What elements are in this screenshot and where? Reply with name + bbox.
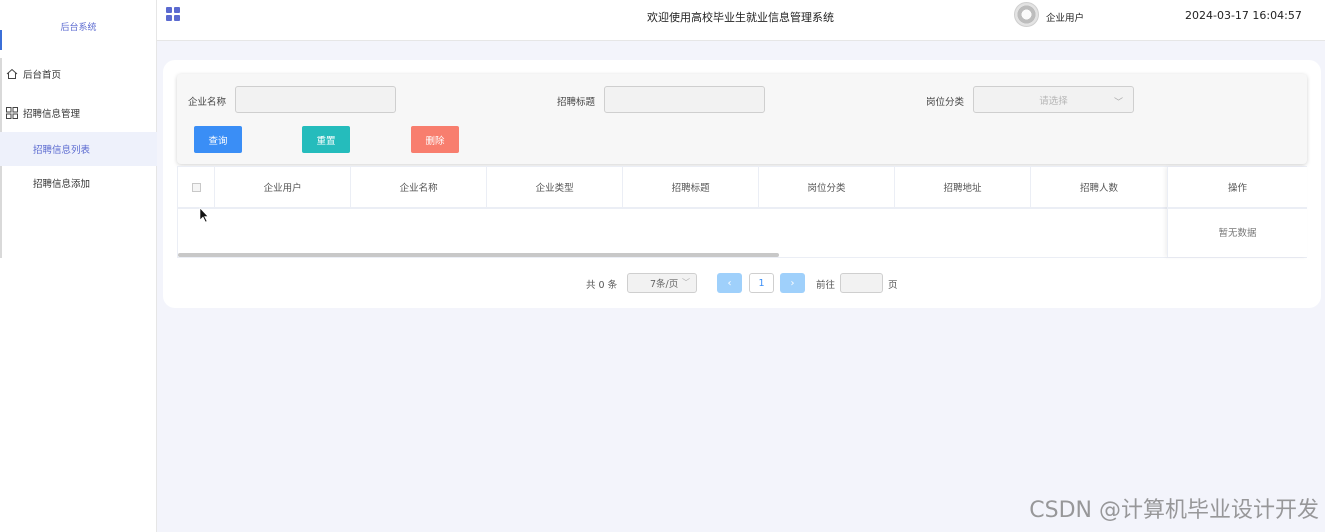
column-header[interactable]: 企业类型: [487, 167, 624, 207]
horizontal-scrollbar[interactable]: [178, 253, 779, 257]
sidebar: 后台系统 后台首页 招聘信息管理 招聘信息列表 招聘信息添加: [0, 0, 157, 532]
total-count: 共 0 条: [586, 280, 618, 291]
company-name-label: 企业名称: [188, 97, 227, 108]
job-category-label: 岗位分类: [926, 97, 965, 108]
action-column-header: 操作: [1168, 167, 1307, 209]
page-size-value: 7条/页: [650, 279, 679, 290]
sidebar-group-label: 招聘信息管理: [23, 109, 81, 120]
column-header[interactable]: 岗位分类: [759, 167, 896, 207]
page-size-select[interactable]: 7条/页 ﹀: [627, 273, 697, 293]
page-suffix-label: 页: [888, 280, 898, 291]
mouse-cursor-icon: [199, 207, 209, 223]
column-header[interactable]: 企业名称: [351, 167, 488, 207]
page-number-current[interactable]: 1: [749, 273, 774, 293]
goto-page-input[interactable]: [840, 273, 883, 293]
query-button[interactable]: 查询: [194, 126, 242, 153]
user-name[interactable]: 企业用户: [1046, 10, 1084, 24]
chevron-down-icon: ﹀: [682, 278, 690, 287]
main-card: 企业名称 招聘标题 岗位分类 请选择 ﹀ 查询 重置 删除 企业用户 企业名称 …: [163, 60, 1321, 308]
job-category-select[interactable]: 请选择 ﹀: [973, 86, 1134, 113]
column-header[interactable]: 企业用户: [215, 167, 352, 207]
grid-menu-icon: [4, 105, 20, 121]
sidebar-item-recruitment-add[interactable]: 招聘信息添加: [0, 166, 157, 200]
action-column: 操作 暂无数据: [1167, 167, 1307, 257]
prev-page-button[interactable]: ‹: [717, 273, 742, 293]
table-header: 企业用户 企业名称 企业类型 招聘标题 岗位分类 招聘地址 招聘人数: [178, 167, 1167, 209]
job-category-placeholder: 请选择: [1039, 95, 1068, 107]
system-title: 欢迎使用高校毕业生就业信息管理系统: [647, 11, 834, 24]
empty-state-text: 暂无数据: [1218, 228, 1257, 239]
column-header[interactable]: 招聘标题: [623, 167, 760, 207]
apps-grid-icon[interactable]: [166, 7, 181, 22]
home-icon: [4, 66, 20, 82]
pagination: 共 0 条 7条/页 ﹀ ‹ 1 › 前往 页: [163, 273, 1321, 295]
sidebar-title: 后台系统: [60, 23, 97, 33]
data-table: 企业用户 企业名称 企业类型 招聘标题 岗位分类 招聘地址 招聘人数 操作 暂无…: [177, 166, 1307, 258]
column-header[interactable]: 招聘人数: [1031, 167, 1167, 207]
column-header[interactable]: 招聘地址: [895, 167, 1031, 207]
chevron-right-icon: ›: [790, 277, 795, 289]
goto-label: 前往: [816, 280, 836, 291]
company-name-input[interactable]: [235, 86, 396, 113]
recruit-title-label: 招聘标题: [557, 97, 596, 108]
sidebar-item-home-label: 后台首页: [23, 70, 62, 81]
datetime: 2024-03-17 16:04:57: [1185, 9, 1302, 22]
avatar[interactable]: [1014, 2, 1039, 27]
search-panel: 企业名称 招聘标题 岗位分类 请选择 ﹀ 查询 重置 删除: [177, 74, 1307, 164]
sidebar-group-recruitment[interactable]: 招聘信息管理: [0, 96, 157, 130]
sidebar-item-home[interactable]: 后台首页: [0, 57, 157, 91]
watermark: CSDN @计算机毕业设计开发: [1029, 498, 1319, 523]
next-page-button[interactable]: ›: [780, 273, 805, 293]
delete-button[interactable]: 删除: [411, 126, 459, 153]
reset-button[interactable]: 重置: [302, 126, 350, 153]
recruit-title-input[interactable]: [604, 86, 765, 113]
sidebar-edge-accent: [0, 30, 2, 50]
topbar: 欢迎使用高校毕业生就业信息管理系统 企业用户 2024-03-17 16:04:…: [157, 0, 1325, 41]
sidebar-item-recruitment-list[interactable]: 招聘信息列表: [0, 132, 157, 166]
select-all-checkbox[interactable]: [191, 182, 201, 192]
chevron-left-icon: ‹: [727, 277, 732, 289]
chevron-down-icon: ﹀: [1113, 98, 1123, 108]
select-all-cell: [178, 167, 216, 207]
